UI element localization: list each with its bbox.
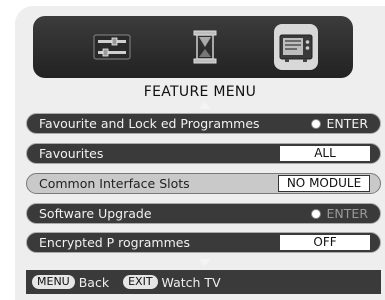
encrypted-value: OFF [280,235,370,250]
menu-item-common-interface[interactable]: Common Interface Slots NO MODULE [26,173,381,194]
footer-help-bar: MENU Back EXIT Watch TV [26,270,381,294]
enter-control: ENTER [310,116,368,131]
enter-label: ENTER [326,206,368,221]
exit-key-button[interactable]: EXIT [123,275,158,289]
menu-item-software-upgrade[interactable]: Software Upgrade ENTER [26,203,381,224]
enter-control: ENTER [310,206,368,221]
tv-icon[interactable] [274,24,318,70]
common-interface-value: NO MODULE [278,175,370,192]
enter-dot-icon [310,208,321,219]
scroll-down-arrow-icon [199,259,211,266]
enter-dot-icon [310,118,321,129]
menu-item-label: Favourite and Lock ed Programmes [39,116,260,131]
menu-item-favourites[interactable]: Favourites ALL [26,143,381,164]
menu-item-label: Common Interface Slots [39,176,190,191]
menu-key-button[interactable]: MENU [32,275,75,289]
menu-item-label: Software Upgrade [39,206,152,221]
scroll-up-arrow-icon [199,102,211,109]
menu-item-label: Encrypted P rogrammes [39,235,190,250]
favourites-value: ALL [280,146,370,161]
menu-item-label: Favourites [39,146,104,161]
hourglass-icon[interactable] [183,24,227,70]
settings-sliders-icon[interactable] [90,24,134,70]
menu-title: FEATURE MENU [143,84,257,100]
back-label: Back [78,274,110,290]
menu-item-encrypted-programmes[interactable]: Encrypted P rogrammes OFF [26,232,381,253]
watch-tv-label: Watch TV [161,274,221,290]
enter-label: ENTER [326,116,368,131]
menu-item-favourite-lock[interactable]: Favourite and Lock ed Programmes ENTER [26,113,381,134]
